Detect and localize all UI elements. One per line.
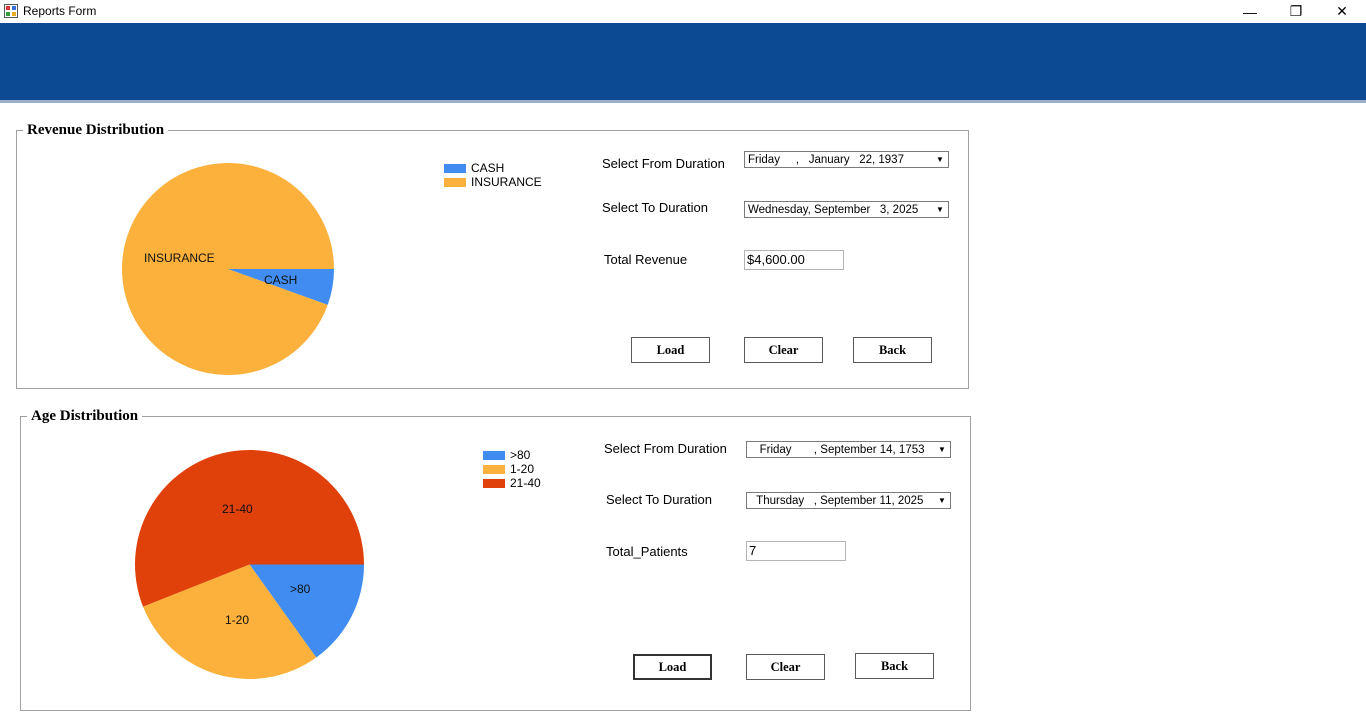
legend-item-1-20: 1-20 <box>483 462 534 476</box>
total-patients-label: Total_Patients <box>606 544 688 559</box>
pie-label-over-80: >80 <box>290 582 311 596</box>
pie-label-21-40: 21-40 <box>222 502 253 516</box>
title-bar: Reports Form — ❐ ✕ <box>0 0 1366 23</box>
revenue-to-label: Select To Duration <box>602 200 708 215</box>
age-pie-chart <box>135 450 364 679</box>
legend-label: 21-40 <box>510 476 541 490</box>
chevron-down-icon[interactable]: ▼ <box>933 203 947 216</box>
legend-label: >80 <box>510 448 531 462</box>
legend-label: 1-20 <box>510 462 535 476</box>
chevron-down-icon[interactable]: ▼ <box>935 443 949 456</box>
revenue-back-button[interactable]: Back <box>853 337 932 363</box>
legend-item-over-80: >80 <box>483 448 530 462</box>
age-clear-button[interactable]: Clear <box>746 654 825 680</box>
total-revenue-label: Total Revenue <box>604 252 688 267</box>
legend-swatch <box>444 164 466 174</box>
pie-label-cash: CASH <box>264 273 298 287</box>
pie-label-insurance: INSURANCE <box>144 251 215 265</box>
datepicker-value: Thursday , September 11, 2025 <box>750 495 924 507</box>
age-group-title: Age Distribution <box>27 408 143 425</box>
age-from-label: Select From Duration <box>604 441 727 456</box>
datepicker-value: Friday , September 14, 1753 <box>750 444 925 456</box>
app-icon <box>4 4 18 18</box>
revenue-pie-chart <box>121 163 334 376</box>
chevron-down-icon[interactable]: ▼ <box>933 153 947 166</box>
legend-swatch <box>483 451 505 461</box>
datepicker-value: Wednesday, September 3, 2025 <box>748 204 919 216</box>
revenue-clear-button[interactable]: Clear <box>744 337 823 363</box>
chevron-down-icon[interactable]: ▼ <box>935 494 949 507</box>
pie-label-1-20: 1-20 <box>225 613 250 627</box>
window-title: Reports Form <box>23 4 97 18</box>
close-button[interactable]: ✕ <box>1319 0 1365 23</box>
legend-item-21-40: 21-40 <box>483 476 541 490</box>
legend-item-insurance: INSURANCE <box>444 175 542 189</box>
minimize-button[interactable]: — <box>1227 0 1273 23</box>
age-load-button[interactable]: Load <box>633 654 712 680</box>
legend-label: CASH <box>471 161 505 175</box>
legend-swatch <box>483 479 505 489</box>
age-from-datepicker[interactable]: Friday , September 14, 1753 ▼ <box>746 441 951 458</box>
age-to-label: Select To Duration <box>606 492 712 507</box>
restore-button[interactable]: ❐ <box>1273 0 1319 23</box>
total-revenue-field[interactable]: $4,600.00 <box>744 250 844 270</box>
revenue-to-datepicker[interactable]: Wednesday, September 3, 2025 ▼ <box>744 201 949 218</box>
legend-item-cash: CASH <box>444 161 504 175</box>
header-banner <box>0 23 1366 103</box>
datepicker-value: Friday , January 22, 1937 <box>748 154 904 166</box>
revenue-group-title: Revenue Distribution <box>23 122 169 139</box>
legend-swatch <box>444 178 466 188</box>
minimize-icon: — <box>1243 3 1257 20</box>
legend-swatch <box>483 465 505 475</box>
restore-icon: ❐ <box>1289 3 1303 19</box>
age-to-datepicker[interactable]: Thursday , September 11, 2025 ▼ <box>746 492 951 509</box>
revenue-load-button[interactable]: Load <box>631 337 710 363</box>
revenue-from-datepicker[interactable]: Friday , January 22, 1937 ▼ <box>744 151 949 168</box>
close-icon: ✕ <box>1336 3 1348 19</box>
revenue-from-label: Select From Duration <box>602 156 725 171</box>
total-patients-field[interactable]: 7 <box>746 541 846 561</box>
age-back-button[interactable]: Back <box>855 653 934 679</box>
legend-label: INSURANCE <box>471 175 542 189</box>
